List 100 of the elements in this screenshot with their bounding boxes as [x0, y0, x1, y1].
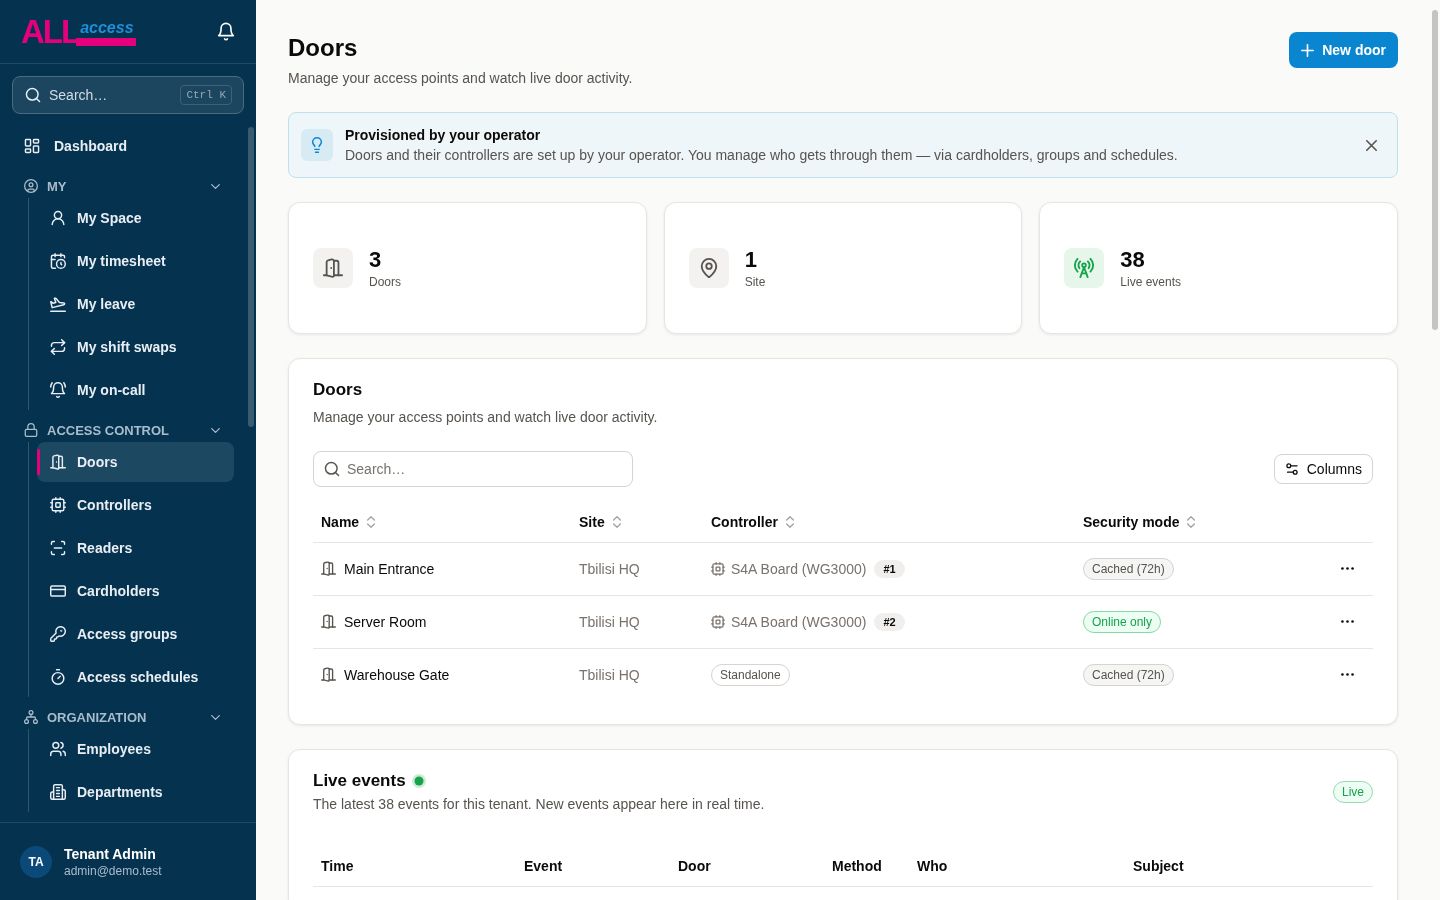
- antenna-icon: [1064, 248, 1105, 288]
- door-name: Warehouse Gate: [344, 666, 450, 683]
- security-mode-tag: Online only: [1083, 610, 1162, 633]
- avatar[interactable]: TA: [20, 845, 52, 878]
- bell-icon[interactable]: [217, 22, 235, 41]
- nav-item[interactable]: My on-call: [37, 370, 234, 410]
- lightbulb-icon: [301, 129, 333, 161]
- sort-icon[interactable]: [1187, 515, 1196, 528]
- swap-arrows-icon: [50, 339, 66, 355]
- stat-label: Live events: [1120, 274, 1182, 290]
- door-icon: [321, 614, 336, 629]
- nav-item[interactable]: My timesheet: [37, 241, 234, 281]
- nav-section[interactable]: ORGANIZATION: [12, 705, 244, 729]
- network-icon: [24, 710, 38, 724]
- nav-item[interactable]: Controllers: [37, 485, 234, 525]
- bell-ring-icon: [50, 382, 66, 398]
- card-subtitle: The latest 38 events for this tenant. New events appear here in real time.: [313, 795, 765, 814]
- nav-section[interactable]: MY: [12, 174, 244, 198]
- controller-tag: Standalone: [711, 663, 790, 686]
- nav-item[interactable]: Access schedules: [37, 657, 234, 697]
- port-badge: #2: [874, 612, 905, 631]
- close-icon[interactable]: [1366, 139, 1377, 151]
- column-header: Time: [313, 846, 516, 886]
- ellipsis-icon[interactable]: [1341, 673, 1354, 677]
- controller-name: S4A Board (WG3000): [731, 613, 867, 630]
- new-door-button[interactable]: New door: [1289, 32, 1398, 68]
- lock-icon: [24, 423, 38, 437]
- nav-item[interactable]: Dashboard: [12, 126, 244, 166]
- banner-title: Provisioned by your operator: [345, 126, 542, 145]
- plus-icon: [1301, 43, 1315, 57]
- sort-icon[interactable]: [612, 515, 621, 528]
- user-icon: [50, 210, 66, 226]
- sliders-icon: [1284, 462, 1299, 476]
- key-icon: [50, 626, 66, 642]
- nav-item[interactable]: Departments: [37, 772, 234, 812]
- plane-icon: [50, 296, 66, 312]
- user-email: admin@demo.test: [64, 862, 162, 879]
- scan-icon: [50, 540, 66, 556]
- page-title: Doors: [288, 33, 359, 63]
- chevron-icon: [211, 714, 220, 720]
- table-cell: Tbilisi HQ: [571, 542, 703, 595]
- map-pin-icon: [688, 248, 729, 288]
- column-header[interactable]: Site: [579, 513, 605, 530]
- stat-label: Site: [744, 274, 766, 290]
- door-name: Main Entrance: [344, 560, 435, 577]
- chip-icon: [711, 561, 725, 576]
- column-header[interactable]: Security mode: [1083, 513, 1180, 530]
- ellipsis-icon[interactable]: [1341, 620, 1354, 623]
- ellipsis-icon[interactable]: [1341, 567, 1354, 570]
- nav-item[interactable]: My Space: [37, 198, 234, 238]
- nav-section[interactable]: ACCESS CONTROL: [12, 418, 244, 442]
- scrollbar-thumb[interactable]: [1432, 10, 1438, 330]
- door-name: Server Room: [344, 613, 427, 630]
- banner-text: Doors and their controllers are set up by your operator. You manage who gets through them — via cardholders, groups and schedules.: [345, 146, 1179, 165]
- column-header: Who: [909, 846, 1125, 886]
- credit-card-icon: [50, 583, 66, 599]
- sort-icon[interactable]: [367, 515, 376, 528]
- chevron-icon: [211, 427, 220, 433]
- table-cell: Tbilisi HQ: [571, 595, 703, 648]
- column-header: Subject: [1125, 846, 1373, 886]
- grid-icon: [24, 138, 40, 154]
- nav-item[interactable]: My leave: [37, 284, 234, 324]
- chevron-icon: [211, 183, 220, 189]
- chip-icon: [50, 497, 66, 513]
- nav-item[interactable]: Employees: [37, 729, 234, 769]
- chip-icon: [711, 614, 725, 629]
- live-badge: Live: [1333, 781, 1373, 803]
- column-header[interactable]: Name: [321, 513, 360, 530]
- stat-value: 1: [744, 246, 758, 274]
- stat-label: Doors: [369, 274, 401, 290]
- stat-value: 3: [369, 246, 383, 274]
- door-icon: [321, 667, 336, 683]
- search-icon: [324, 461, 340, 477]
- search-icon: [25, 87, 41, 103]
- security-mode-tag: Cached (72h): [1083, 557, 1174, 580]
- door-icon: [50, 454, 66, 470]
- column-header: Event: [516, 846, 670, 886]
- card-title: Doors: [313, 379, 364, 401]
- security-mode-tag: Cached (72h): [1083, 663, 1174, 686]
- building-icon: [50, 784, 66, 800]
- table-cell: Tbilisi HQ: [571, 648, 703, 701]
- card-title: Live events: [313, 770, 406, 792]
- nav-item[interactable]: Access groups: [37, 614, 234, 654]
- user-circle-icon: [24, 179, 38, 193]
- stat-value: 38: [1120, 246, 1146, 274]
- columns-button[interactable]: Columns: [1273, 454, 1373, 484]
- nav-item[interactable]: Doors: [37, 442, 234, 482]
- column-header: Door: [670, 846, 824, 886]
- controller-name: S4A Board (WG3000): [731, 560, 867, 577]
- nav-item[interactable]: My shift swaps: [37, 327, 234, 367]
- door-icon: [313, 248, 353, 288]
- nav-item[interactable]: Cardholders: [37, 571, 234, 611]
- page-subtitle: Manage your access points and watch live door activity.: [288, 69, 633, 88]
- stopwatch-icon: [50, 669, 66, 685]
- nav-item[interactable]: Readers: [37, 528, 234, 568]
- door-icon: [321, 561, 336, 576]
- scrollbar-thumb[interactable]: [248, 127, 254, 427]
- sort-icon[interactable]: [785, 515, 794, 528]
- port-badge: #1: [874, 559, 905, 578]
- column-header[interactable]: Controller: [711, 513, 778, 530]
